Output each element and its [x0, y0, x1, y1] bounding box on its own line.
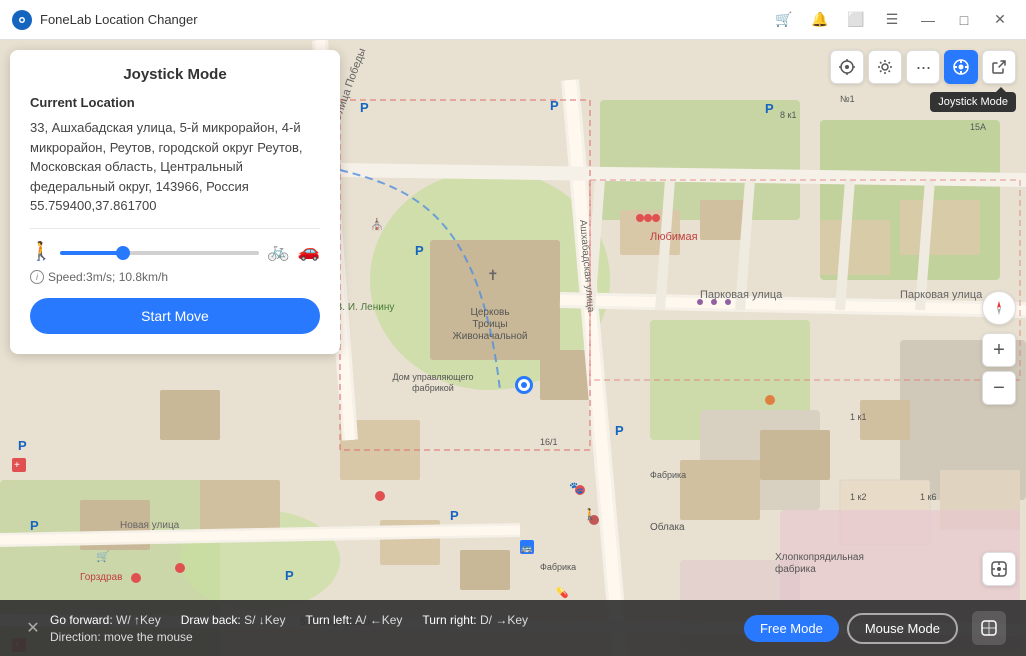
svg-text:Дом управляющего: Дом управляющего: [392, 372, 473, 382]
mouse-mode-btn[interactable]: Mouse Mode: [847, 613, 958, 644]
key-row-1: Go forward: W/ ↑Key Draw back: S/ ↓Key T…: [50, 613, 744, 627]
cart-icon[interactable]: 🛒: [770, 6, 798, 34]
svg-text:P: P: [765, 101, 774, 116]
joystick-tool-btn[interactable]: [944, 50, 978, 84]
maximize-btn[interactable]: □: [950, 6, 978, 34]
svg-text:Облака: Облака: [650, 521, 685, 533]
main-area: Улица Победы Парковая улица Парковая ули…: [0, 40, 1026, 656]
svg-text:8 к1: 8 к1: [780, 110, 796, 120]
speed-icons-row: 🚶 🚲 🚗: [30, 241, 320, 262]
svg-text:✝: ✝: [487, 267, 499, 283]
mode-buttons: Free Mode Mouse Mode: [744, 613, 958, 644]
svg-text:Горздрав: Горздрав: [80, 572, 122, 583]
svg-text:16/1: 16/1: [540, 437, 558, 447]
svg-text:🚶: 🚶: [583, 508, 597, 521]
titlebar: FoneLab Location Changer 🛒 🔔 ⬜ ☰ — □ ✕: [0, 0, 1026, 40]
export-tool-btn[interactable]: [982, 50, 1016, 84]
svg-text:P: P: [550, 98, 559, 113]
svg-text:фабрикой: фабрикой: [412, 383, 454, 393]
svg-text:Церковь: Церковь: [470, 307, 509, 318]
zoom-in-btn[interactable]: +: [982, 333, 1016, 367]
svg-text:№1: №1: [840, 94, 855, 104]
svg-text:Парковая улица: Парковая улица: [900, 289, 983, 301]
minimize-btn[interactable]: —: [914, 6, 942, 34]
svg-text:фабрика: фабрика: [775, 563, 816, 575]
svg-text:15А: 15А: [970, 122, 986, 132]
direction-label: Direction: move the mouse: [50, 630, 193, 644]
joystick-tooltip: Joystick Mode: [930, 92, 1016, 112]
close-btn[interactable]: ✕: [986, 6, 1014, 34]
svg-text:Троицы: Троицы: [472, 319, 507, 330]
joystick-panel: Joystick Mode Current Location 33, Ашхаб…: [10, 50, 340, 354]
bottom-settings-btn[interactable]: [972, 611, 1006, 645]
zoom-controls: + −: [982, 291, 1016, 405]
key-left: Turn left: A/ ←Key: [305, 613, 402, 627]
walk-icon: 🚶: [30, 241, 52, 262]
svg-text:P: P: [615, 423, 624, 438]
close-bottom-btn[interactable]: ✕: [20, 615, 46, 641]
monitor-icon[interactable]: ⬜: [842, 6, 870, 34]
key-forward: Go forward: W/ ↑Key: [50, 613, 161, 627]
speed-slider-container[interactable]: [60, 242, 259, 260]
svg-text:Фабрика: Фабрика: [540, 562, 576, 572]
svg-text:1 к2: 1 к2: [850, 492, 866, 502]
start-move-button[interactable]: Start Move: [30, 298, 320, 334]
svg-text:🐾: 🐾: [569, 481, 584, 495]
svg-text:P: P: [450, 508, 459, 523]
title-actions: 🛒 🔔 ⬜ ☰ — □ ✕: [770, 6, 1014, 34]
speed-info: i Speed:3m/s; 10.8km/h: [30, 270, 320, 284]
address-text: 33, Ашхабадская улица, 5-й микрорайон, 4…: [30, 120, 303, 194]
app-icon: [12, 10, 32, 30]
more-tool-btn[interactable]: ···: [906, 50, 940, 84]
svg-text:P: P: [18, 438, 27, 453]
svg-text:🛒: 🛒: [96, 550, 110, 563]
address-box: 33, Ашхабадская улица, 5-й микрорайон, 4…: [30, 118, 320, 229]
current-location-label: Current Location: [30, 95, 320, 110]
panel-title: Joystick Mode: [30, 66, 320, 83]
key-row-2: Direction: move the mouse: [50, 630, 744, 644]
car-icon: 🚗: [298, 241, 320, 262]
svg-text:P: P: [360, 100, 369, 115]
map-toolbar: ···: [830, 50, 1016, 84]
zoom-out-btn[interactable]: −: [982, 371, 1016, 405]
svg-text:+: +: [14, 460, 20, 471]
svg-text:⛪: ⛪: [370, 217, 384, 231]
svg-text:P: P: [415, 243, 424, 258]
svg-text:1 к6: 1 к6: [920, 492, 936, 502]
bottom-bar: ✕ Go forward: W/ ↑Key Draw back: S/ ↓Key…: [0, 600, 1026, 656]
svg-text:P: P: [30, 518, 39, 533]
location-marker: [515, 376, 533, 394]
svg-text:P: P: [285, 568, 294, 583]
gps-btn[interactable]: [982, 552, 1016, 586]
menu-icon[interactable]: ☰: [878, 6, 906, 34]
bell-icon[interactable]: 🔔: [806, 6, 834, 34]
coordinates-text: 55.759400,37.861700: [30, 198, 157, 213]
key-back: Draw back: S/ ↓Key: [181, 613, 286, 627]
key-right: Turn right: D/ →Key: [422, 613, 528, 627]
speed-text: Speed:3m/s; 10.8km/h: [48, 270, 168, 284]
svg-text:🚌: 🚌: [521, 543, 532, 553]
free-mode-btn[interactable]: Free Mode: [744, 615, 839, 642]
app-title: FoneLab Location Changer: [40, 12, 770, 27]
svg-text:Новая улица: Новая улица: [120, 520, 180, 531]
svg-text:💊: 💊: [556, 586, 569, 599]
svg-text:Парковая улица: Парковая улица: [700, 289, 783, 301]
speed-slider[interactable]: [60, 251, 259, 255]
location-tool-btn[interactable]: [830, 50, 864, 84]
compass-btn[interactable]: [982, 291, 1016, 325]
svg-text:Фабрика: Фабрика: [650, 470, 686, 480]
svg-text:1 к1: 1 к1: [850, 412, 866, 422]
svg-text:В. И. Ленину: В. И. Ленину: [336, 302, 395, 313]
svg-text:Любимая: Любимая: [650, 231, 698, 243]
info-icon: i: [30, 270, 44, 284]
key-info: Go forward: W/ ↑Key Draw back: S/ ↓Key T…: [50, 613, 744, 644]
settings-tool-btn[interactable]: [868, 50, 902, 84]
svg-text:Живоначальной: Живоначальной: [453, 331, 528, 342]
bike-icon: 🚲: [267, 241, 289, 262]
svg-text:Хлопкопрядильная: Хлопкопрядильная: [775, 552, 864, 563]
